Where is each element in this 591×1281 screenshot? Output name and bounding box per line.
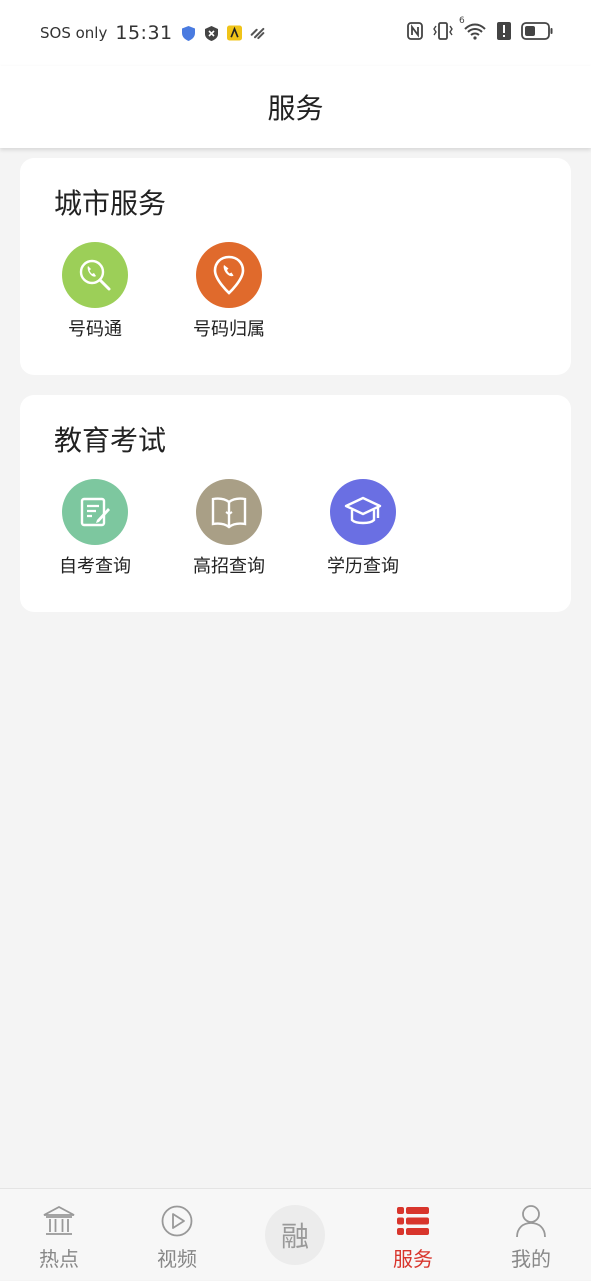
- bottom-tab-bar: 热点 视频 融 服务 我的: [0, 1188, 591, 1280]
- service-number-location[interactable]: 号码归属: [174, 242, 284, 341]
- service-number-lookup[interactable]: 号码通: [40, 242, 150, 341]
- page-header: 服务: [0, 66, 591, 148]
- center-logo-button[interactable]: 融: [265, 1205, 325, 1265]
- tab-label: 视频: [157, 1247, 197, 1271]
- service-degree-query[interactable]: 学历查询: [308, 479, 418, 578]
- education-card: 教育考试 自考查询 高招查询 学历查询: [20, 395, 571, 612]
- link-icon: [250, 26, 265, 41]
- section-title: 城市服务: [54, 187, 167, 220]
- open-book-icon: [196, 479, 262, 545]
- section-title: 教育考试: [54, 424, 167, 457]
- phone-search-icon: [62, 242, 128, 308]
- nfc-icon: [407, 22, 423, 44]
- center-logo-text: 融: [280, 1220, 309, 1253]
- status-right: 6: [407, 16, 553, 44]
- service-college-admission-query[interactable]: 高招查询: [174, 479, 284, 578]
- list-icon: [354, 1201, 472, 1241]
- service-label: 号码通: [68, 319, 122, 340]
- clock: 15:31: [115, 22, 173, 44]
- edit-note-icon: [62, 479, 128, 545]
- app-notification-icon: [226, 25, 242, 41]
- service-label: 高招查询: [193, 556, 265, 577]
- graduation-cap-icon: [330, 479, 396, 545]
- service-label: 自考查询: [59, 556, 131, 577]
- service-label: 号码归属: [193, 319, 265, 340]
- tab-services[interactable]: 服务: [354, 1189, 472, 1281]
- tab-hot[interactable]: 热点: [0, 1189, 118, 1281]
- page-title: 服务: [267, 92, 324, 125]
- tab-mine[interactable]: 我的: [472, 1189, 590, 1281]
- phone-location-icon: [196, 242, 262, 308]
- city-services-card: 城市服务 号码通 号码归属: [20, 158, 571, 375]
- status-left: SOS only 15:31: [40, 22, 265, 44]
- service-label: 学历查询: [327, 556, 399, 577]
- service-self-exam-query[interactable]: 自考查询: [40, 479, 150, 578]
- block-icon: [204, 25, 219, 41]
- tab-video[interactable]: 视频: [118, 1189, 236, 1281]
- alert-icon: [497, 22, 511, 44]
- vibrate-icon: [433, 22, 453, 44]
- user-icon: [472, 1201, 590, 1241]
- wifi-icon: 6: [459, 16, 487, 44]
- shield-icon: [181, 25, 196, 41]
- tab-label: 服务: [393, 1247, 433, 1271]
- building-icon: [0, 1201, 118, 1241]
- battery-icon: [521, 22, 553, 44]
- play-icon: [118, 1201, 236, 1241]
- wifi-generation-label: 6: [459, 16, 465, 26]
- sos-text: SOS only: [40, 24, 108, 42]
- tab-label: 热点: [39, 1247, 79, 1271]
- tab-label: 我的: [511, 1247, 551, 1271]
- status-bar: SOS only 15:31 6: [0, 0, 591, 66]
